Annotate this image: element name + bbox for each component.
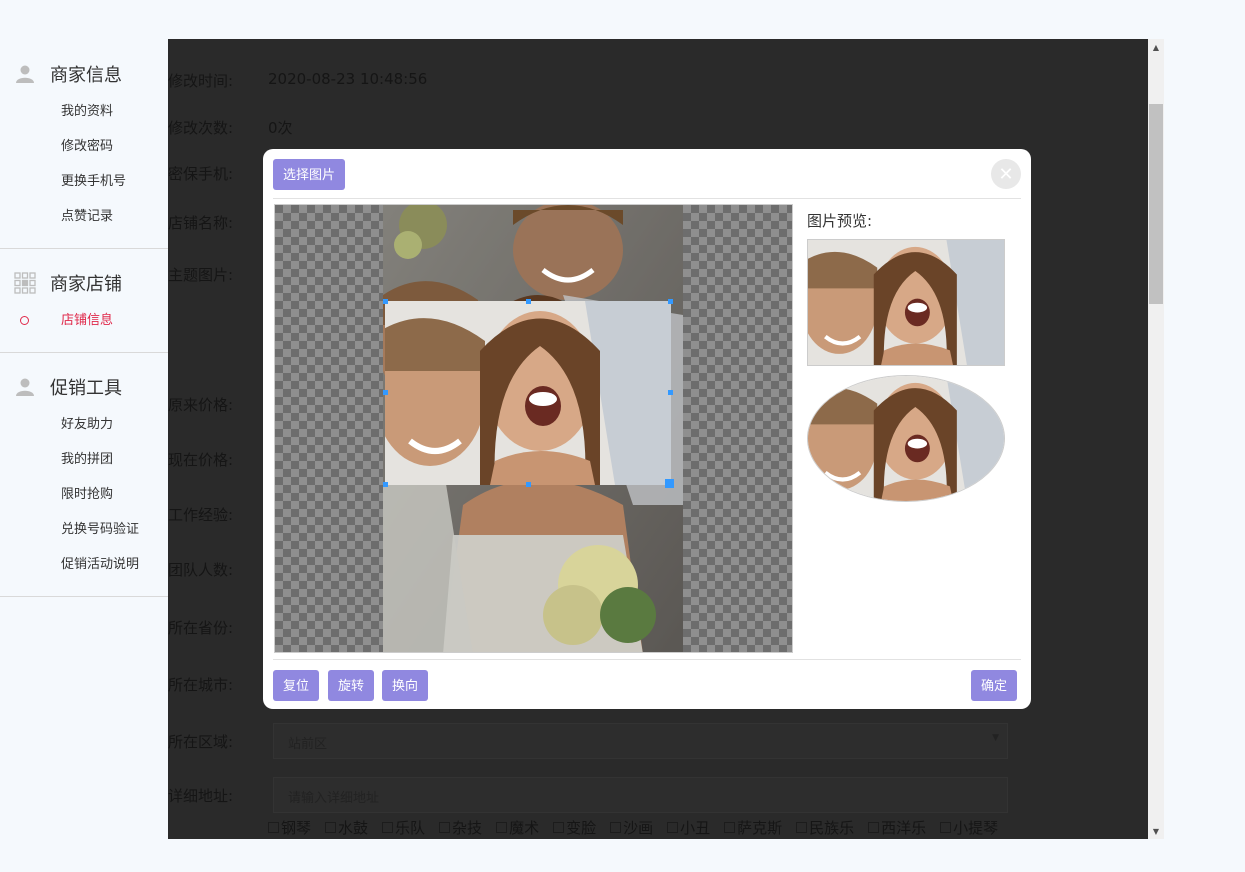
preview-oval-image <box>807 375 1005 502</box>
sidebar-section-merchant-shop: 商家店铺 店铺信息 <box>0 249 168 353</box>
sidebar-section-header[interactable]: 促销工具 <box>0 367 168 407</box>
district-select[interactable]: 站前区 ▼ <box>273 723 1008 759</box>
sidebar-item-friend-help[interactable]: 好友助力 <box>0 407 168 442</box>
shop-name-label: 店铺名称: <box>168 214 234 232</box>
skill-checkbox[interactable]: 水鼓 <box>325 817 368 838</box>
crop-handle[interactable] <box>668 390 673 395</box>
modify-count-label: 修改次数: <box>168 119 234 137</box>
user-icon <box>0 64 50 84</box>
sidebar-section-promo-tools: 促销工具 好友助力 我的拼团 限时抢购 兑换号码验证 促销活动说明 <box>0 353 168 597</box>
preview-rect-image <box>807 239 1005 366</box>
sidebar-section-merchant-info: 商家信息 我的资料 修改密码 更换手机号 点赞记录 <box>0 40 168 249</box>
sidebar-item-change-password[interactable]: 修改密码 <box>0 129 168 164</box>
flip-button[interactable]: 换向 <box>382 670 429 701</box>
image-crop-modal: 选择图片 ✕ 图片预览: 复位 旋转 换向 确定 <box>263 149 1031 709</box>
address-input[interactable]: 请输入详细地址 <box>273 777 1008 813</box>
close-icon[interactable]: ✕ <box>991 159 1021 189</box>
sidebar-item-my-profile[interactable]: 我的资料 <box>0 94 168 129</box>
preview-label: 图片预览: <box>807 212 873 230</box>
district-select-value: 站前区 <box>288 737 328 752</box>
crop-handle[interactable] <box>526 299 531 304</box>
skill-checkbox[interactable]: 小提琴 <box>940 817 998 838</box>
sidebar-item-change-phone[interactable]: 更换手机号 <box>0 164 168 199</box>
crop-handle[interactable] <box>526 482 531 487</box>
modify-time-label: 修改时间: <box>168 72 234 90</box>
skill-checkbox[interactable]: 小丑 <box>667 817 710 838</box>
sidebar-item-shop-info[interactable]: 店铺信息 <box>0 303 168 338</box>
modify-time-value: 2020-08-23 10:48:56 <box>268 70 428 88</box>
sidebar: 商家信息 我的资料 修改密码 更换手机号 点赞记录 商家店铺 店铺信息 促销工具… <box>0 40 168 597</box>
city-label: 所在城市: <box>168 676 234 694</box>
crop-selection-box[interactable] <box>383 299 674 488</box>
crop-highlight-photo <box>385 301 671 485</box>
work-experience-label: 工作经验: <box>168 506 234 524</box>
crop-canvas[interactable] <box>274 204 793 653</box>
skill-checkbox[interactable]: 沙画 <box>610 817 653 838</box>
sidebar-section-title: 商家店铺 <box>50 274 122 295</box>
original-price-label: 原来价格: <box>168 396 234 414</box>
current-price-label: 现在价格: <box>168 451 234 469</box>
select-image-button[interactable]: 选择图片 <box>273 159 346 190</box>
scroll-down-icon[interactable]: ▼ <box>1148 823 1164 839</box>
skill-checkbox[interactable]: 西洋乐 <box>868 817 926 838</box>
skill-checkbox[interactable]: 民族乐 <box>796 817 854 838</box>
skill-checkbox[interactable]: 魔术 <box>496 817 539 838</box>
sidebar-section-header[interactable]: 商家信息 <box>0 54 168 94</box>
district-label: 所在区域: <box>168 733 234 751</box>
confirm-button[interactable]: 确定 <box>971 670 1018 701</box>
address-label: 详细地址: <box>168 787 234 805</box>
chevron-down-icon: ▼ <box>992 733 999 743</box>
sidebar-item-label: 店铺信息 <box>61 313 114 328</box>
sidebar-section-title: 促销工具 <box>50 378 122 399</box>
skill-checkbox[interactable]: 变脸 <box>553 817 596 838</box>
sidebar-item-like-records[interactable]: 点赞记录 <box>0 199 168 234</box>
sidebar-item-promo-guide[interactable]: 促销活动说明 <box>0 547 168 582</box>
sidebar-section-title: 商家信息 <box>50 65 122 86</box>
team-size-label: 团队人数: <box>168 561 234 579</box>
scrollbar-thumb[interactable] <box>1149 104 1163 304</box>
divider <box>273 659 1021 660</box>
sidebar-item-my-group-buy[interactable]: 我的拼团 <box>0 442 168 477</box>
crop-resize-handle[interactable] <box>665 479 674 488</box>
crop-handle[interactable] <box>668 299 673 304</box>
user-icon <box>0 377 50 397</box>
skill-checkbox[interactable]: 钢琴 <box>268 817 311 838</box>
skill-checkbox[interactable]: 杂技 <box>439 817 482 838</box>
reset-button[interactable]: 复位 <box>273 670 320 701</box>
security-phone-label: 密保手机: <box>168 165 234 183</box>
modify-count-value: 0次 <box>268 119 293 137</box>
scroll-up-icon[interactable]: ▲ <box>1148 39 1164 55</box>
skill-checkbox[interactable]: 乐队 <box>382 817 425 838</box>
page-scrollbar[interactable]: ▲ ▼ <box>1148 39 1164 839</box>
divider <box>273 198 1021 199</box>
sidebar-section-header[interactable]: 商家店铺 <box>0 263 168 303</box>
crop-handle[interactable] <box>383 482 388 487</box>
address-placeholder: 请输入详细地址 <box>288 791 380 806</box>
skill-checkbox[interactable]: 萨克斯 <box>724 817 782 838</box>
sidebar-item-flash-sale[interactable]: 限时抢购 <box>0 477 168 512</box>
crop-handle[interactable] <box>383 390 388 395</box>
province-label: 所在省份: <box>168 619 234 637</box>
skills-checkbox-group: 钢琴 水鼓 乐队 杂技 魔术 变脸 沙画 小丑 萨克斯 民族乐 西洋乐 小提琴 <box>268 817 998 838</box>
active-dot-icon <box>20 316 29 325</box>
rotate-button[interactable]: 旋转 <box>328 670 375 701</box>
theme-image-label: 主题图片: <box>168 266 234 284</box>
crop-handle[interactable] <box>383 299 388 304</box>
sidebar-item-code-verify[interactable]: 兑换号码验证 <box>0 512 168 547</box>
grid-icon <box>0 272 50 294</box>
